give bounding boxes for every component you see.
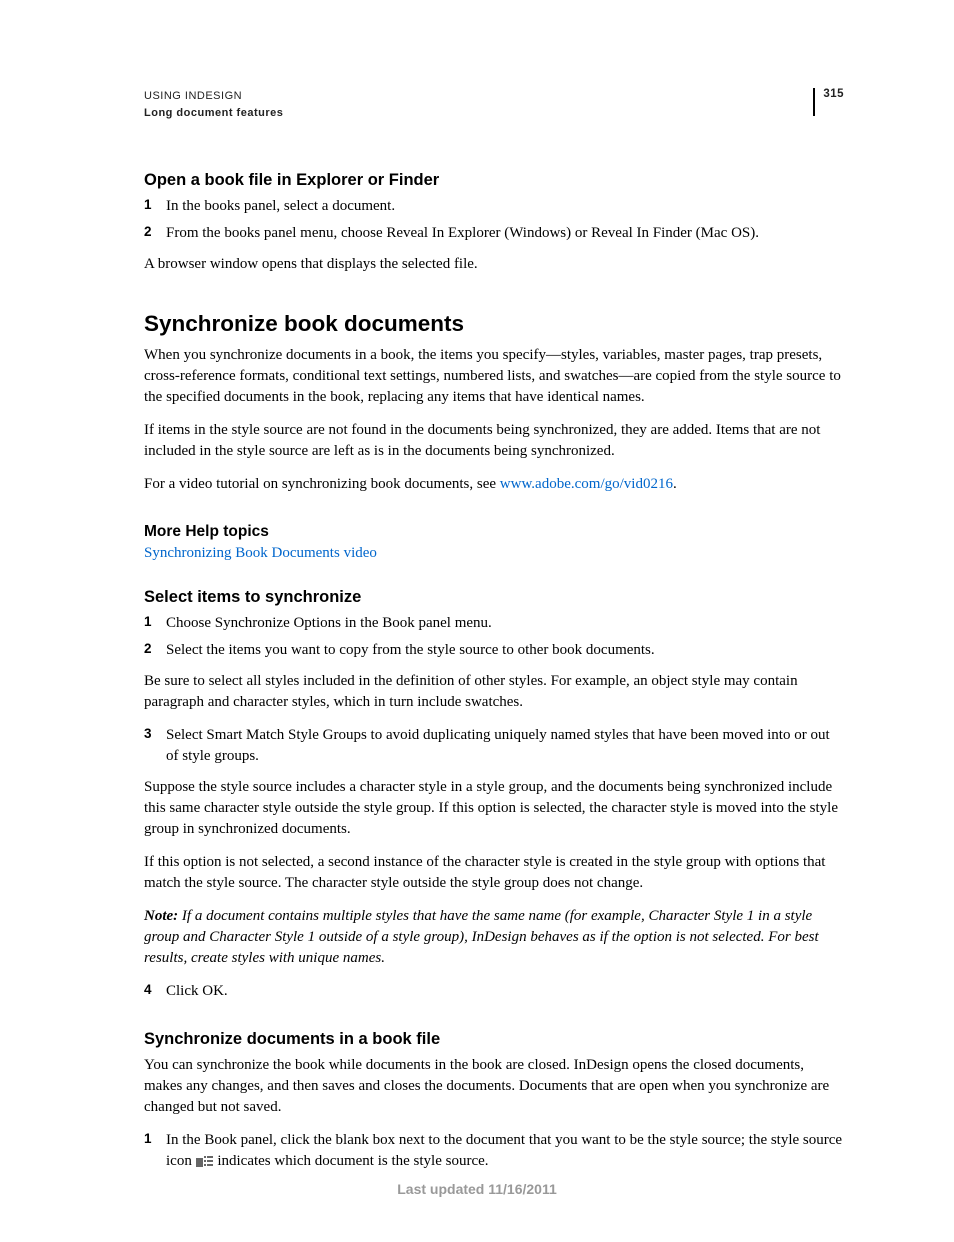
paragraph: When you synchronize documents in a book… xyxy=(144,345,844,408)
heading-more-help: More Help topics xyxy=(144,523,844,541)
note-body: If a document contains multiple styles t… xyxy=(144,908,819,966)
note-paragraph: Note: If a document contains multiple st… xyxy=(144,906,844,969)
heading-synchronize-book-documents: Synchronize book documents xyxy=(144,311,844,337)
steps-select-items-a: Choose Synchronize Options in the Book p… xyxy=(144,613,844,661)
heading-open-book-file: Open a book file in Explorer or Finder xyxy=(144,171,844,190)
page-footer: Last updated 11/16/2011 xyxy=(0,1181,954,1197)
text-span: . xyxy=(673,476,677,492)
header-subtitle: Long document features xyxy=(144,105,283,122)
header-left: USING INDESIGN Long document features xyxy=(144,88,283,121)
style-source-icon xyxy=(196,1155,214,1169)
paragraph: If this option is not selected, a second… xyxy=(144,852,844,894)
text-span: indicates which document is the style so… xyxy=(214,1153,489,1169)
step-item: Click OK. xyxy=(144,981,844,1002)
paragraph: Suppose the style source includes a char… xyxy=(144,777,844,840)
step-item: From the books panel menu, choose Reveal… xyxy=(144,223,844,244)
text-span: For a video tutorial on synchronizing bo… xyxy=(144,476,500,492)
header-title: USING INDESIGN xyxy=(144,88,283,105)
link-video-tutorial[interactable]: www.adobe.com/go/vid0216 xyxy=(500,476,673,492)
paragraph: You can synchronize the book while docum… xyxy=(144,1055,844,1118)
step-item: Select Smart Match Style Groups to avoid… xyxy=(144,725,844,767)
heading-sync-documents-book-file: Synchronize documents in a book file xyxy=(144,1030,844,1049)
paragraph: A browser window opens that displays the… xyxy=(144,254,844,275)
page-header: USING INDESIGN Long document features 31… xyxy=(144,88,844,121)
link-sync-book-video[interactable]: Synchronizing Book Documents video xyxy=(144,545,377,561)
document-page: USING INDESIGN Long document features 31… xyxy=(0,0,954,1242)
step-item: In the Book panel, click the blank box n… xyxy=(144,1130,844,1172)
help-links: Synchronizing Book Documents video xyxy=(144,545,844,562)
paragraph: Be sure to select all styles included in… xyxy=(144,671,844,713)
steps-sync-book-file: In the Book panel, click the blank box n… xyxy=(144,1130,844,1172)
step-item: Select the items you want to copy from t… xyxy=(144,640,844,661)
steps-select-items-b: Select Smart Match Style Groups to avoid… xyxy=(144,725,844,767)
note-label: Note: xyxy=(144,908,178,924)
steps-select-items-c: Click OK. xyxy=(144,981,844,1002)
heading-select-items: Select items to synchronize xyxy=(144,588,844,607)
steps-open-book: In the books panel, select a document. F… xyxy=(144,196,844,244)
step-item: In the books panel, select a document. xyxy=(144,196,844,217)
paragraph: If items in the style source are not fou… xyxy=(144,420,844,462)
step-item: Choose Synchronize Options in the Book p… xyxy=(144,613,844,634)
page-number: 315 xyxy=(813,88,844,116)
paragraph: For a video tutorial on synchronizing bo… xyxy=(144,474,844,495)
